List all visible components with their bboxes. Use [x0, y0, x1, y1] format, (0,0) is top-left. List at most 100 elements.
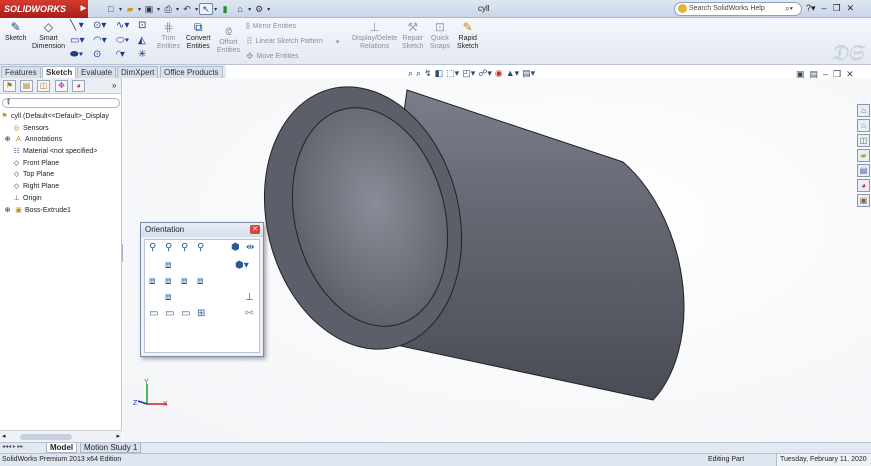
tab-scroll-arrows-icon[interactable]: ◂◂◂ ▸ ▸▸ — [2, 443, 23, 450]
tree-item-front-plane[interactable]: ◇ Front Plane — [0, 158, 122, 170]
dimxpert-manager-icon[interactable]: ✥ — [55, 80, 68, 92]
linear-pattern-button[interactable]: ⠿ Linear Sketch Pattern ▾ — [246, 36, 339, 47]
help-search-input[interactable]: Search SolidWorks Help ⌕▾ — [674, 2, 802, 16]
quick-snaps-button[interactable]: ⊡ Quick Snaps — [430, 20, 450, 51]
tree-item-part[interactable]: ⚑ cyll (Default<<Default>_Display — [0, 111, 122, 123]
open-folder-icon[interactable]: ▰ — [123, 3, 137, 15]
menu-arrow-icon[interactable]: ▶ — [81, 0, 86, 18]
resources-icon[interactable]: ⌂ — [857, 104, 870, 117]
orientation-close-icon[interactable]: ✕ — [250, 225, 260, 234]
tree-item-material[interactable]: ☷ Material <not specified> — [0, 146, 122, 158]
offset-entities-button[interactable]: ⟃ Offset Entities — [217, 24, 240, 55]
sketch-text-icon[interactable]: ⊡ — [138, 20, 146, 31]
tab-dimxpert[interactable]: DimXpert — [117, 66, 159, 78]
rectangle-icon[interactable]: ▭▾ — [70, 35, 84, 46]
tab-sketch[interactable]: Sketch — [42, 66, 77, 78]
tab-evaluate[interactable]: Evaluate — [77, 66, 117, 78]
view-selector-icon[interactable]: ⇹ — [246, 242, 254, 253]
top-view-icon[interactable]: ⧈ — [165, 260, 171, 271]
expand-icon[interactable]: ⊕ — [3, 134, 12, 146]
tree-item-right-plane[interactable]: ◇ Right Plane — [0, 181, 122, 193]
solidworks-logo[interactable]: SOLIDWORKS ▶ — [0, 0, 88, 18]
minimize-icon[interactable]: – — [822, 3, 827, 14]
isometric-view-icon[interactable]: ⬢▾ — [235, 260, 249, 271]
expand-icon[interactable]: ⊕ — [3, 205, 12, 217]
panel-horizontal-scrollbar[interactable]: ◂ ▸ — [0, 430, 122, 442]
display-manager-icon[interactable]: ◕ — [72, 80, 85, 92]
file-properties-icon[interactable]: ⌂ — [233, 3, 247, 15]
tree-item-origin[interactable]: ⊥ Origin — [0, 193, 122, 205]
tree-item-sensors[interactable]: ◎ Sensors — [0, 123, 122, 135]
normal-to-icon[interactable]: ⊥ — [245, 292, 254, 303]
orientation-dialog[interactable]: Orientation ✕ ⚲ ⚲ ⚲ ⚲ ⬢ ⇹ ⧈ ⬢▾ ⧈ ⧈ ⧈ ⧈ ⧈… — [140, 222, 264, 357]
feature-manager-icon[interactable]: ⚑ — [3, 80, 16, 92]
reset-views-icon[interactable]: ⚲ — [197, 242, 204, 253]
fillet-icon[interactable]: ◜▾ — [116, 49, 125, 60]
front-view-icon[interactable]: ⧈ — [165, 276, 171, 287]
update-view-icon[interactable]: ⚲ — [181, 242, 188, 253]
tab-office-products[interactable]: Office Products — [160, 66, 223, 78]
point-icon[interactable]: ✳ — [138, 49, 146, 60]
scroll-thumb[interactable] — [20, 434, 72, 440]
expand-arrows-icon[interactable]: » — [112, 81, 116, 90]
back-view-icon[interactable]: ⧈ — [197, 276, 203, 287]
link-views-icon[interactable]: ⚯ — [245, 308, 253, 319]
close-icon[interactable]: ✕ — [847, 3, 855, 14]
tree-filter-input[interactable]: ⍒ — [2, 98, 120, 108]
options-icon[interactable]: ⚙ — [252, 3, 266, 15]
print-icon[interactable]: ⎙ — [161, 3, 175, 15]
convert-entities-button[interactable]: ⧉ Convert Entities — [186, 20, 211, 51]
repair-sketch-button[interactable]: ⚒ Repair Sketch — [402, 20, 423, 51]
ellipse-icon[interactable]: ⬭▾ — [116, 35, 129, 46]
polygon-icon[interactable]: ⊙ — [93, 49, 101, 60]
rebuild-icon[interactable]: ▮ — [218, 3, 232, 15]
push-pin-icon[interactable]: ⚲ — [149, 242, 156, 253]
trim-entities-button[interactable]: ⋕ Trim Entities — [157, 20, 180, 51]
move-entities-button[interactable]: ✥ Move Entities — [246, 51, 299, 62]
scroll-left-icon[interactable]: ◂ — [2, 432, 6, 440]
single-view-icon[interactable]: ▭ — [149, 308, 158, 319]
property-manager-icon[interactable]: ▤ — [20, 80, 33, 92]
custom-properties-icon[interactable]: ▣ — [857, 194, 870, 207]
arc-icon[interactable]: ◠▾ — [93, 35, 107, 46]
two-view-vertical-icon[interactable]: ▭ — [181, 308, 190, 319]
appearances-icon[interactable]: ◕ — [857, 179, 870, 192]
tree-item-annotations[interactable]: ⊕ A Annotations — [0, 134, 122, 146]
restore-icon[interactable]: ❐ — [833, 3, 841, 14]
new-document-icon[interactable]: □ — [104, 3, 118, 15]
plane-sketch-icon[interactable]: ◭ — [138, 35, 146, 46]
circle-icon[interactable]: ⊙▾ — [93, 20, 106, 31]
tree-item-top-plane[interactable]: ◇ Top Plane — [0, 169, 122, 181]
tab-features[interactable]: Features — [1, 66, 41, 78]
dropdown-arrow-icon[interactable]: ▾ — [336, 38, 340, 46]
two-view-horizontal-icon[interactable]: ▭ — [165, 308, 174, 319]
new-view-icon[interactable]: ⚲ — [165, 242, 172, 253]
view-cube-icon[interactable]: ⬢ — [231, 242, 240, 253]
home-icon[interactable]: ⌂ — [857, 119, 870, 132]
help-icon[interactable]: ?▾ — [806, 3, 816, 14]
tab-motion-study[interactable]: Motion Study 1 — [80, 443, 142, 453]
bottom-view-icon[interactable]: ⧈ — [165, 292, 171, 303]
configuration-manager-icon[interactable]: ◫ — [37, 80, 50, 92]
view-palette-icon[interactable]: ▤ — [857, 164, 870, 177]
file-explorer-icon[interactable]: ▰ — [857, 149, 870, 162]
left-view-icon[interactable]: ⧈ — [149, 276, 155, 287]
save-icon[interactable]: ▣ — [142, 3, 156, 15]
scroll-right-icon[interactable]: ▸ — [116, 432, 120, 440]
spline-icon[interactable]: ∿▾ — [116, 20, 129, 31]
tab-model[interactable]: Model — [46, 443, 78, 453]
search-icon[interactable]: ⌕▾ — [785, 3, 793, 15]
undo-icon[interactable]: ↶ — [180, 3, 194, 15]
four-view-icon[interactable]: ⊞ — [197, 308, 205, 319]
line-icon[interactable]: ╲ ▾ — [70, 20, 84, 31]
smart-dimension-button[interactable]: ◇ Smart Dimension — [32, 20, 65, 51]
slot-icon[interactable]: ⬬▾ — [70, 49, 83, 60]
sketch-button[interactable]: ✎ Sketch — [5, 20, 26, 43]
display-delete-relations-button[interactable]: ⊥ Display/Delete Relations — [352, 20, 397, 51]
mirror-entities-button[interactable]: ⫴ Mirror Entities — [246, 21, 296, 32]
select-icon[interactable]: ↖ — [199, 3, 214, 15]
design-library-icon[interactable]: ◫ — [857, 134, 870, 147]
rapid-sketch-button[interactable]: ✎ Rapid Sketch — [457, 20, 478, 51]
right-view-icon[interactable]: ⧈ — [181, 276, 187, 287]
tree-item-boss-extrude[interactable]: ⊕ ▣ Boss-Extrude1 — [0, 205, 122, 217]
